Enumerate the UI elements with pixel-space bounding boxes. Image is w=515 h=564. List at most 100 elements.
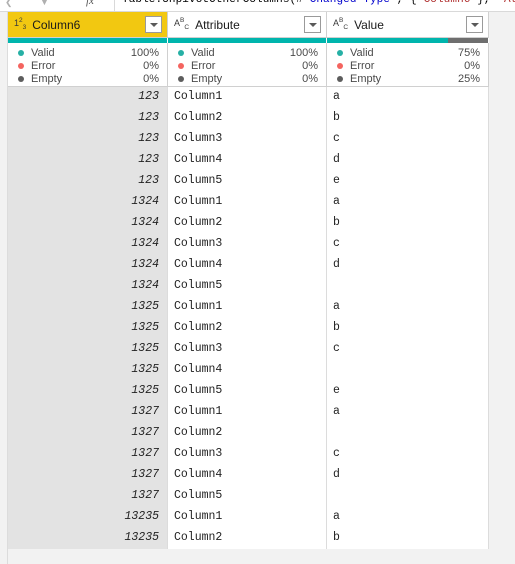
column-header-attribute[interactable]: ABC Attribute	[168, 12, 327, 38]
cell-attribute[interactable]: Column4	[168, 360, 327, 381]
cell-value[interactable]	[327, 360, 489, 381]
cell-column6[interactable]: 1327	[8, 402, 168, 423]
cell-attribute[interactable]: Column3	[168, 339, 327, 360]
cell-attribute[interactable]: Column1	[168, 192, 327, 213]
cell-attribute[interactable]: Column3	[168, 444, 327, 465]
filter-dropdown-icon[interactable]	[304, 16, 321, 33]
cell-attribute[interactable]: Column4	[168, 255, 327, 276]
cell-value[interactable]: b	[327, 318, 489, 339]
cell-column6[interactable]: 1327	[8, 486, 168, 507]
cell-column6[interactable]: 123	[8, 171, 168, 192]
cell-attribute[interactable]: Column3	[168, 234, 327, 255]
cell-value[interactable]: c	[327, 339, 489, 360]
cell-column6[interactable]: 1325	[8, 381, 168, 402]
cell-value[interactable]: c	[327, 234, 489, 255]
cell-value[interactable]: a	[327, 297, 489, 318]
cell-value[interactable]: e	[327, 171, 489, 192]
cell-column6[interactable]: 13235	[8, 507, 168, 528]
cell-attribute[interactable]: Column1	[168, 87, 327, 108]
cell-column6[interactable]: 1325	[8, 339, 168, 360]
chevron-down-icon[interactable]: ▼	[40, 0, 49, 8]
filter-dropdown-icon[interactable]	[145, 16, 162, 33]
table-row[interactable]: 1325 Column4	[8, 360, 489, 381]
cell-column6[interactable]: 123	[8, 87, 168, 108]
cell-value[interactable]: b	[327, 213, 489, 234]
cell-attribute[interactable]: Column1	[168, 507, 327, 528]
cell-value[interactable]: a	[327, 507, 489, 528]
table-row[interactable]: 1327 Column5	[8, 486, 489, 507]
cell-column6[interactable]: 1325	[8, 318, 168, 339]
table-row[interactable]: 1324 Column4 d	[8, 255, 489, 276]
cell-value[interactable]: a	[327, 192, 489, 213]
cell-value[interactable]: a	[327, 87, 489, 108]
table-row[interactable]: 123 Column4 d	[8, 150, 489, 171]
cell-column6[interactable]: 1324	[8, 276, 168, 297]
cell-value[interactable]: b	[327, 528, 489, 549]
cell-value[interactable]: c	[327, 444, 489, 465]
cell-column6[interactable]: 1324	[8, 213, 168, 234]
text-type-icon[interactable]: ABC	[174, 17, 189, 31]
table-row[interactable]: 1327 Column2	[8, 423, 489, 444]
cell-column6[interactable]: 123	[8, 129, 168, 150]
cell-value[interactable]: d	[327, 465, 489, 486]
formula-input[interactable]: Table.UnpivotOtherColumns(#"Changed Type…	[122, 0, 515, 6]
cell-value[interactable]: a	[327, 402, 489, 423]
table-row[interactable]: 1324 Column1 a	[8, 192, 489, 213]
table-row[interactable]: 123 Column3 c	[8, 129, 489, 150]
cell-column6[interactable]: 1325	[8, 297, 168, 318]
table-row[interactable]: 13235 Column1 a	[8, 507, 489, 528]
cell-value[interactable]: b	[327, 108, 489, 129]
cell-value[interactable]: d	[327, 150, 489, 171]
cell-attribute[interactable]: Column5	[168, 381, 327, 402]
table-row[interactable]: 1324 Column2 b	[8, 213, 489, 234]
table-row[interactable]: 1325 Column3 c	[8, 339, 489, 360]
cell-attribute[interactable]: Column5	[168, 276, 327, 297]
table-row[interactable]: 123 Column1 a	[8, 87, 489, 108]
cell-attribute[interactable]: Column1	[168, 402, 327, 423]
cell-column6[interactable]: 1327	[8, 465, 168, 486]
table-row[interactable]: 1327 Column3 c	[8, 444, 489, 465]
cell-attribute[interactable]: Column2	[168, 528, 327, 549]
table-row[interactable]: 1325 Column2 b	[8, 318, 489, 339]
filter-dropdown-icon[interactable]	[466, 16, 483, 33]
cell-attribute[interactable]: Column1	[168, 297, 327, 318]
cell-attribute[interactable]: Column4	[168, 465, 327, 486]
cell-attribute[interactable]: Column4	[168, 150, 327, 171]
cell-column6[interactable]: 1325	[8, 360, 168, 381]
cell-attribute[interactable]: Column2	[168, 213, 327, 234]
column-header-value[interactable]: ABC Value	[327, 12, 489, 38]
cell-column6[interactable]: 1324	[8, 255, 168, 276]
numeric-type-icon[interactable]: 123	[14, 17, 26, 31]
cell-column6[interactable]: 123	[8, 150, 168, 171]
cell-column6[interactable]: 1324	[8, 192, 168, 213]
table-row[interactable]: 1325 Column5 e	[8, 381, 489, 402]
cell-column6[interactable]: 1327	[8, 444, 168, 465]
cell-attribute[interactable]: Column2	[168, 108, 327, 129]
column-header-column6[interactable]: 123 Column6	[8, 12, 168, 38]
cell-column6[interactable]: 1324	[8, 234, 168, 255]
table-row[interactable]: 1324 Column3 c	[8, 234, 489, 255]
cell-column6[interactable]: 123	[8, 108, 168, 129]
cell-value[interactable]: c	[327, 129, 489, 150]
table-row[interactable]: 1324 Column5	[8, 276, 489, 297]
table-row[interactable]: 1325 Column1 a	[8, 297, 489, 318]
cell-attribute[interactable]: Column2	[168, 423, 327, 444]
cell-attribute[interactable]: Column5	[168, 171, 327, 192]
cell-attribute[interactable]: Column3	[168, 129, 327, 150]
table-row[interactable]: 123 Column5 e	[8, 171, 489, 192]
table-row[interactable]: 13235 Column2 b	[8, 528, 489, 549]
text-type-icon[interactable]: ABC	[333, 17, 348, 31]
formula-back-icon[interactable]: ❮	[5, 0, 13, 8]
cell-column6[interactable]: 1327	[8, 423, 168, 444]
cell-value[interactable]	[327, 423, 489, 444]
cell-column6[interactable]: 13235	[8, 528, 168, 549]
cell-value[interactable]	[327, 486, 489, 507]
table-row[interactable]: 1327 Column1 a	[8, 402, 489, 423]
cell-attribute[interactable]: Column5	[168, 486, 327, 507]
cell-value[interactable]: d	[327, 255, 489, 276]
cell-value[interactable]	[327, 276, 489, 297]
table-row[interactable]: 123 Column2 b	[8, 108, 489, 129]
table-row[interactable]: 1327 Column4 d	[8, 465, 489, 486]
cell-value[interactable]: e	[327, 381, 489, 402]
cell-attribute[interactable]: Column2	[168, 318, 327, 339]
